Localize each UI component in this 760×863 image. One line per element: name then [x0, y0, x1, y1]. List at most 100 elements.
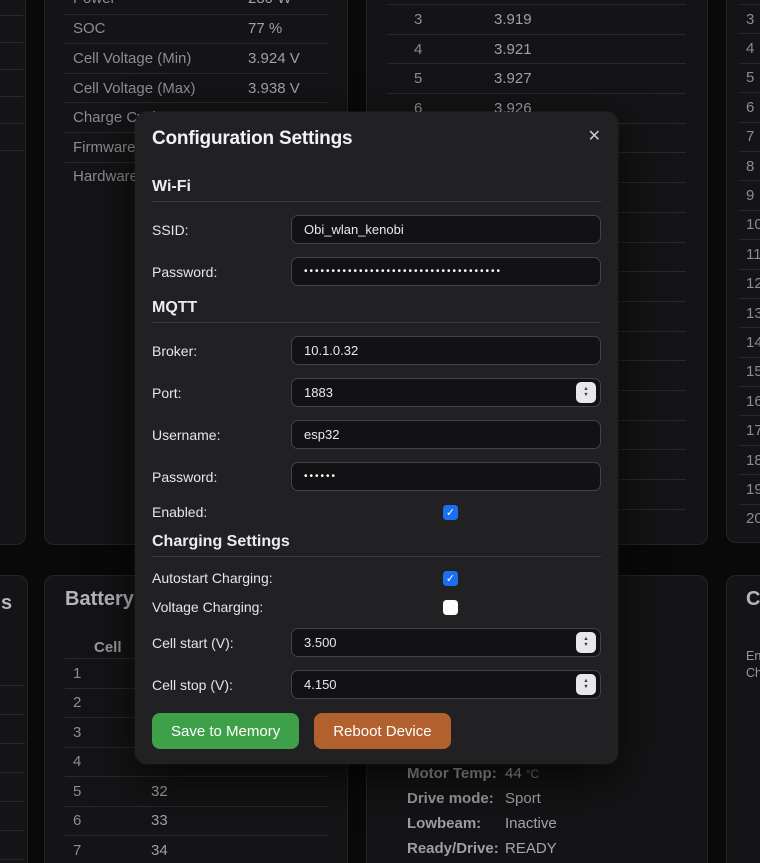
stepper-down-icon[interactable]: ▼ [583, 643, 588, 649]
table-row: 6 [739, 92, 760, 121]
table-row: 3 [739, 4, 760, 33]
broker-row: Broker: [152, 336, 601, 365]
number-stepper[interactable]: ▲ ▼ [576, 382, 596, 403]
number-stepper[interactable]: ▲ ▼ [576, 632, 596, 653]
stat-value: 3.938 V [248, 80, 300, 97]
cell-stop-input[interactable] [291, 670, 601, 699]
status-list: Motor Temp: 44 °C Drive mode: Sport Lowb… [407, 761, 687, 861]
table-row: 14 [739, 327, 760, 356]
status-row: Motor Temp: 44 °C [407, 761, 687, 786]
cell-number: 15 [746, 363, 760, 380]
stat-value: 77 % [248, 20, 282, 37]
ssid-input[interactable] [291, 215, 601, 244]
cell-number: 18 [746, 452, 760, 469]
panel-heading-fragment: s [1, 592, 12, 615]
cell-number: 7 [65, 842, 151, 859]
cell-index-strip: 3 4 5 6 7 8 [739, 4, 760, 533]
number-stepper[interactable]: ▲ ▼ [576, 674, 596, 695]
cell-number: 5 [414, 70, 494, 87]
cell-number: 19 [746, 481, 760, 498]
panel-left-top-fragment [0, 0, 26, 545]
table-row: 4 [739, 33, 760, 62]
cell-number: 14 [746, 334, 760, 351]
autostart-charging-checkbox[interactable]: ✓ [443, 571, 458, 586]
save-to-memory-button[interactable]: Save to Memory [152, 713, 299, 749]
mqtt-enabled-label: Enabled: [152, 504, 443, 520]
status-label: Lowbeam: [407, 815, 505, 832]
username-row: Username: [152, 420, 601, 449]
battery-panel-title: Battery [65, 588, 134, 611]
table-row: 12 [739, 269, 760, 298]
cell-number: 12 [746, 275, 760, 292]
voltage-charging-row: Voltage Charging: [152, 599, 601, 615]
label-fragment: En [746, 648, 760, 665]
mqtt-enabled-checkbox[interactable]: ✓ [443, 505, 458, 520]
username-input[interactable] [291, 420, 601, 449]
status-row: Drive mode: Sport [407, 786, 687, 811]
stat-label: Cell Voltage (Max) [65, 80, 248, 97]
cell-number: 7 [746, 128, 754, 145]
cell-voltage: 3.921 [494, 41, 532, 58]
table-row: Cell Voltage (Max) 3.938 V [65, 73, 327, 103]
cell-number: 5 [65, 783, 151, 800]
stat-value: 280 W [248, 0, 291, 7]
table-row: 11 [739, 239, 760, 268]
modal-title: Configuration Settings [152, 128, 352, 149]
mqtt-password-input[interactable] [291, 462, 601, 491]
cell-number: 20 [746, 510, 760, 527]
cell-voltage: 3.919 [494, 11, 532, 28]
wifi-password-row: Password: [152, 257, 601, 286]
checkmark-icon: ✓ [446, 506, 455, 519]
mqtt-enabled-row: Enabled: ✓ [152, 504, 601, 520]
wifi-password-input[interactable] [291, 257, 601, 286]
cell-value: 32 [151, 783, 168, 800]
table-row: Power 280 W [65, 0, 327, 14]
close-icon[interactable]: ✕ [588, 129, 601, 145]
cell-number: 4 [414, 41, 494, 58]
broker-input[interactable] [291, 336, 601, 365]
panel-heading-fragment: C [746, 588, 760, 611]
section-heading-wifi: Wi-Fi [152, 178, 601, 202]
cell-stop-row: Cell stop (V): ▲ ▼ [152, 670, 601, 699]
table-row: 15 [739, 357, 760, 386]
status-value: 44 [505, 765, 522, 782]
port-input[interactable] [291, 378, 601, 407]
voltage-charging-label: Voltage Charging: [152, 599, 443, 615]
stepper-down-icon[interactable]: ▼ [583, 393, 588, 399]
label-fragment: Ch [746, 665, 760, 682]
column-header-cell: Cell [94, 639, 122, 656]
ssid-label: SSID: [152, 222, 291, 238]
cell-number: 4 [746, 40, 754, 57]
cell-number: 17 [746, 422, 760, 439]
table-row: 19 [739, 474, 760, 503]
status-unit: °C [526, 767, 539, 781]
configuration-settings-modal: Configuration Settings ✕ Wi-Fi SSID: Pas… [135, 112, 618, 764]
ssid-row: SSID: [152, 215, 601, 244]
status-label: Motor Temp: [407, 765, 505, 782]
cell-start-label: Cell start (V): [152, 635, 291, 651]
voltage-charging-checkbox[interactable] [443, 600, 458, 615]
cell-number: 11 [746, 246, 760, 263]
table-row: 3 3.919 [387, 4, 686, 34]
stepper-down-icon[interactable]: ▼ [583, 685, 588, 691]
cell-start-input[interactable] [291, 628, 601, 657]
status-row: Lowbeam: Inactive [407, 811, 687, 836]
table-row: 13 [739, 298, 760, 327]
cell-start-row: Cell start (V): ▲ ▼ [152, 628, 601, 657]
cell-number: 16 [746, 393, 760, 410]
reboot-device-button[interactable]: Reboot Device [314, 713, 450, 749]
table-row: 7 [739, 122, 760, 151]
table-row: 10 [739, 210, 760, 239]
status-value: Inactive [505, 815, 557, 832]
cell-number: 8 [746, 158, 754, 175]
status-value: READY [505, 840, 557, 857]
table-row: 5 [739, 63, 760, 92]
port-row: Port: ▲ ▼ [152, 378, 601, 407]
username-label: Username: [152, 427, 291, 443]
stat-label: Cell Voltage (Min) [65, 50, 248, 67]
table-row: 5 3.927 [387, 63, 686, 93]
section-heading-mqtt: MQTT [152, 299, 601, 323]
cell-number: 5 [746, 69, 754, 86]
stat-label: Power [65, 0, 248, 7]
table-row: 9 [739, 180, 760, 209]
